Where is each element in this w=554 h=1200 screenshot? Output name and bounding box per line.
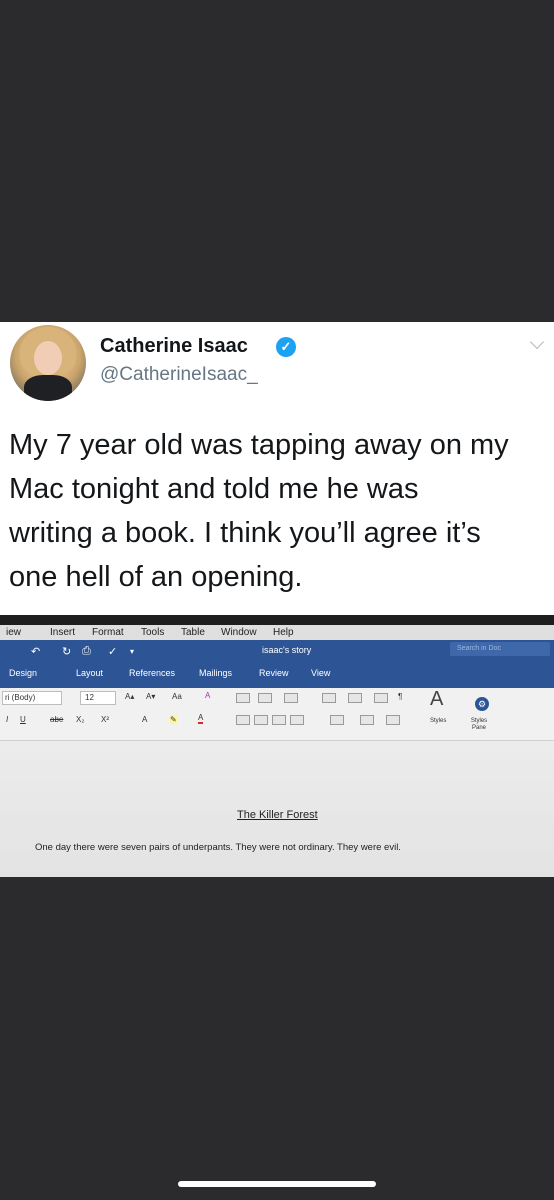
styles-icon[interactable]: A — [430, 688, 443, 711]
sort-icon[interactable] — [374, 693, 388, 703]
document-name: isaac's story — [262, 645, 312, 655]
decrease-indent-icon[interactable] — [322, 693, 336, 703]
clear-format-icon[interactable]: A — [205, 691, 210, 700]
verified-icon: ✓ — [276, 337, 296, 357]
align-left-icon[interactable] — [236, 715, 250, 725]
mac-menubar: iew Insert Format Tools Table Window Hel… — [0, 625, 554, 640]
tab-references[interactable]: References — [129, 668, 175, 678]
strikethrough-button[interactable]: abe — [50, 715, 63, 724]
multilevel-list-icon[interactable] — [284, 693, 298, 703]
borders-icon[interactable] — [386, 715, 400, 725]
redo-icon[interactable]: ↻ — [62, 645, 71, 658]
menu-window[interactable]: Window — [221, 627, 257, 638]
document-title: The Killer Forest — [237, 809, 318, 821]
justify-icon[interactable] — [290, 715, 304, 725]
font-shrink-icon[interactable]: A▾ — [146, 692, 155, 701]
menu-insert[interactable]: Insert — [50, 627, 75, 638]
line-spacing-icon[interactable] — [330, 715, 344, 725]
word-screenshot: iew Insert Format Tools Table Window Hel… — [0, 615, 554, 877]
align-right-icon[interactable] — [272, 715, 286, 725]
tweet-line: My 7 year old was tapping away on my — [9, 429, 509, 461]
document-body: One day there were seven pairs of underp… — [35, 842, 401, 853]
undo-icon[interactable]: ↶ — [31, 645, 40, 658]
font-grow-icon[interactable]: A▴ — [125, 692, 134, 701]
author-name[interactable]: Catherine Isaac — [100, 335, 248, 358]
numbering-icon[interactable] — [258, 693, 272, 703]
font-color-icon[interactable]: A — [198, 713, 204, 724]
tweet-card: Catherine Isaac ✓ @CatherineIsaac_ My 7 … — [0, 322, 554, 877]
menu-help[interactable]: Help — [273, 627, 294, 638]
tweet-line: Mac tonight and told me he was — [9, 473, 419, 505]
paragraph-marks-icon[interactable]: ¶ — [398, 692, 402, 701]
ribbon-toolbar: ri (Body) 12 A▴ A▾ Aa A I U abe X₂ X² A … — [0, 688, 554, 741]
menu-view[interactable]: iew — [6, 627, 21, 638]
styles-pane-label[interactable]: Styles Pane — [464, 718, 494, 732]
chevron-down-icon[interactable] — [529, 334, 545, 350]
search-input[interactable]: Search in Doc — [450, 642, 550, 656]
tweet-line: one hell of an opening. — [9, 561, 303, 593]
tweet-text: My 7 year old was tapping away on my Mac… — [9, 423, 554, 599]
text-effects-icon[interactable]: A — [142, 715, 147, 724]
tab-design[interactable]: Design — [9, 668, 37, 678]
spellcheck-icon[interactable]: ✓ — [108, 645, 117, 658]
align-center-icon[interactable] — [254, 715, 268, 725]
change-case-icon[interactable]: Aa — [172, 692, 182, 701]
increase-indent-icon[interactable] — [348, 693, 362, 703]
customize-icon[interactable]: ▾ — [130, 647, 134, 656]
home-indicator[interactable] — [178, 1181, 376, 1187]
tab-review[interactable]: Review — [259, 668, 289, 678]
italic-button[interactable]: I — [6, 715, 8, 724]
tab-view[interactable]: View — [311, 668, 330, 678]
subscript-button[interactable]: X₂ — [76, 715, 84, 724]
superscript-button[interactable]: X² — [101, 715, 109, 724]
tab-layout[interactable]: Layout — [76, 668, 103, 678]
author-handle[interactable]: @CatherineIsaac_ — [100, 364, 258, 386]
styles-pane-icon[interactable]: ⚙ — [475, 697, 489, 711]
font-name-select[interactable]: ri (Body) — [2, 691, 62, 705]
tab-mailings[interactable]: Mailings — [199, 668, 232, 678]
font-size-select[interactable]: 12 — [80, 691, 116, 705]
avatar[interactable] — [10, 325, 86, 401]
menu-tools[interactable]: Tools — [141, 627, 164, 638]
print-icon[interactable]: ⎙ — [82, 645, 91, 658]
tweet-line: writing a book. I think you’ll agree it’… — [9, 517, 481, 549]
highlight-icon[interactable]: ✎ — [170, 715, 177, 724]
menu-format[interactable]: Format — [92, 627, 124, 638]
styles-label[interactable]: Styles — [430, 718, 446, 724]
bullets-icon[interactable] — [236, 693, 250, 703]
underline-button[interactable]: U — [20, 715, 26, 724]
shading-icon[interactable] — [360, 715, 374, 725]
menu-table[interactable]: Table — [181, 627, 205, 638]
